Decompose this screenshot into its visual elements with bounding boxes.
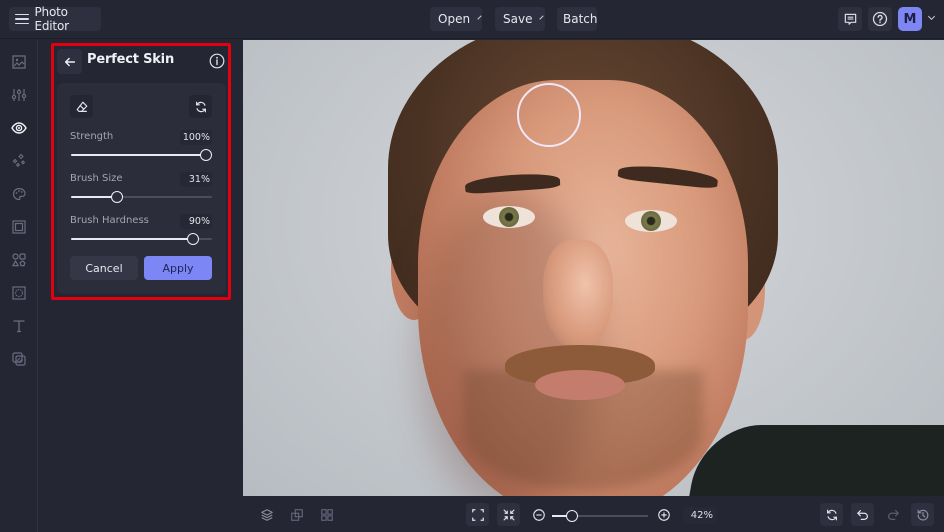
brush-size-value[interactable]: 31% xyxy=(180,172,212,187)
back-button[interactable] xyxy=(57,49,82,74)
photo-nose xyxy=(543,240,613,350)
zoom-slider-thumb[interactable] xyxy=(566,510,579,522)
sliders-icon xyxy=(11,89,27,101)
compare-button[interactable] xyxy=(820,503,843,526)
question-circle-icon xyxy=(872,11,888,27)
sidebar-item-effects[interactable] xyxy=(9,151,29,171)
batch-button[interactable]: Batch xyxy=(557,7,598,31)
brush-hardness-value[interactable]: 90% xyxy=(180,214,212,229)
shapes-icon xyxy=(11,253,26,267)
sidebar-item-artsy[interactable] xyxy=(9,184,29,204)
arrange-button[interactable] xyxy=(285,503,308,526)
strength-label: Strength xyxy=(70,131,114,142)
panel-title: Perfect Skin xyxy=(87,52,174,67)
history-button[interactable] xyxy=(911,503,934,526)
fit-screen-icon xyxy=(471,508,484,521)
history-icon xyxy=(917,509,928,520)
brush-size-slider[interactable] xyxy=(71,190,212,204)
chevron-down-icon xyxy=(477,15,482,20)
account-chevron-down-icon[interactable] xyxy=(927,12,936,21)
photo-editor-app: Photo Editor Open Save Batch M Perfect S… xyxy=(0,0,944,532)
brush-size-control: Brush Size 31% xyxy=(70,171,212,187)
comment-icon xyxy=(844,13,856,25)
photo-canvas[interactable] xyxy=(243,40,944,496)
strength-slider[interactable] xyxy=(71,148,212,162)
sidebar-item-touch-up[interactable] xyxy=(9,118,29,138)
zoom-in-icon xyxy=(657,508,670,521)
zoom-out-icon xyxy=(532,508,545,521)
refresh-icon xyxy=(195,101,206,112)
app-menu-button[interactable]: Photo Editor xyxy=(9,5,101,33)
apply-button[interactable]: Apply xyxy=(144,256,212,280)
slider-thumb[interactable] xyxy=(200,149,212,161)
arrow-left-icon xyxy=(64,57,75,66)
layers-button[interactable] xyxy=(255,503,278,526)
undo-button[interactable] xyxy=(851,503,874,526)
open-button[interactable]: Open xyxy=(430,7,482,31)
info-icon[interactable] xyxy=(209,53,225,69)
actual-size-button[interactable] xyxy=(497,503,520,526)
palette-icon xyxy=(12,187,26,201)
batch-label: Batch xyxy=(563,12,598,26)
save-label: Save xyxy=(503,12,533,26)
sidebar-item-overlays[interactable] xyxy=(9,349,29,369)
zoom-percentage[interactable]: 42% xyxy=(683,507,717,524)
zoom-in-button[interactable] xyxy=(652,503,675,526)
sidebar-item-text[interactable] xyxy=(9,316,29,336)
sidebar-item-textures[interactable] xyxy=(9,283,29,303)
text-icon xyxy=(13,320,25,333)
slider-thumb[interactable] xyxy=(187,233,200,245)
cancel-button[interactable]: Cancel xyxy=(70,256,138,280)
undo-icon xyxy=(856,509,868,520)
layers-icon xyxy=(260,508,273,521)
feedback-button[interactable] xyxy=(838,7,862,31)
user-avatar[interactable]: M xyxy=(898,7,922,31)
brush-hardness-label: Brush Hardness xyxy=(70,215,149,226)
arrange-icon xyxy=(290,508,303,521)
brush-size-label: Brush Size xyxy=(70,173,123,184)
redo-button[interactable] xyxy=(881,503,904,526)
sparkle-icon xyxy=(12,153,26,168)
top-bar: Photo Editor Open Save Batch M xyxy=(0,0,944,39)
fit-screen-button[interactable] xyxy=(466,503,489,526)
texture-icon xyxy=(12,286,26,300)
brush-hardness-control: Brush Hardness 90% xyxy=(70,213,212,229)
redo-icon xyxy=(887,509,899,520)
eraser-icon xyxy=(76,101,87,112)
slider-fill xyxy=(71,238,194,240)
reset-button[interactable] xyxy=(189,95,212,118)
photo-lips xyxy=(535,370,625,400)
slider-thumb[interactable] xyxy=(110,191,123,203)
zoom-out-button[interactable] xyxy=(527,503,550,526)
strength-control: Strength 100% xyxy=(70,129,212,145)
brush-hardness-slider[interactable] xyxy=(71,232,212,246)
compare-icon xyxy=(826,509,837,520)
sidebar-item-graphics[interactable] xyxy=(9,250,29,270)
zoom-slider[interactable] xyxy=(552,509,648,523)
sidebar-item-frames[interactable] xyxy=(9,217,29,237)
grid-button[interactable] xyxy=(315,503,338,526)
grid-icon xyxy=(320,508,333,521)
tool-sidebar xyxy=(0,40,38,532)
photo-eye-left xyxy=(483,206,535,228)
save-button[interactable]: Save xyxy=(495,7,545,31)
eraser-button[interactable] xyxy=(70,95,93,118)
slider-fill xyxy=(71,154,206,156)
photo-eye-right xyxy=(625,210,677,232)
help-button[interactable] xyxy=(868,7,892,31)
shrink-icon xyxy=(502,508,515,521)
hamburger-menu-icon xyxy=(15,13,29,25)
strength-value[interactable]: 100% xyxy=(180,130,212,145)
eye-icon xyxy=(11,122,27,134)
avatar-initial: M xyxy=(903,11,917,27)
open-label: Open xyxy=(438,12,471,26)
image-icon xyxy=(12,55,26,69)
frame-icon xyxy=(12,220,26,234)
sidebar-item-adjust[interactable] xyxy=(9,85,29,105)
chevron-down-icon xyxy=(539,15,545,20)
sidebar-item-image[interactable] xyxy=(9,52,29,72)
app-title: Photo Editor xyxy=(34,5,70,33)
overlay-icon xyxy=(12,352,26,366)
